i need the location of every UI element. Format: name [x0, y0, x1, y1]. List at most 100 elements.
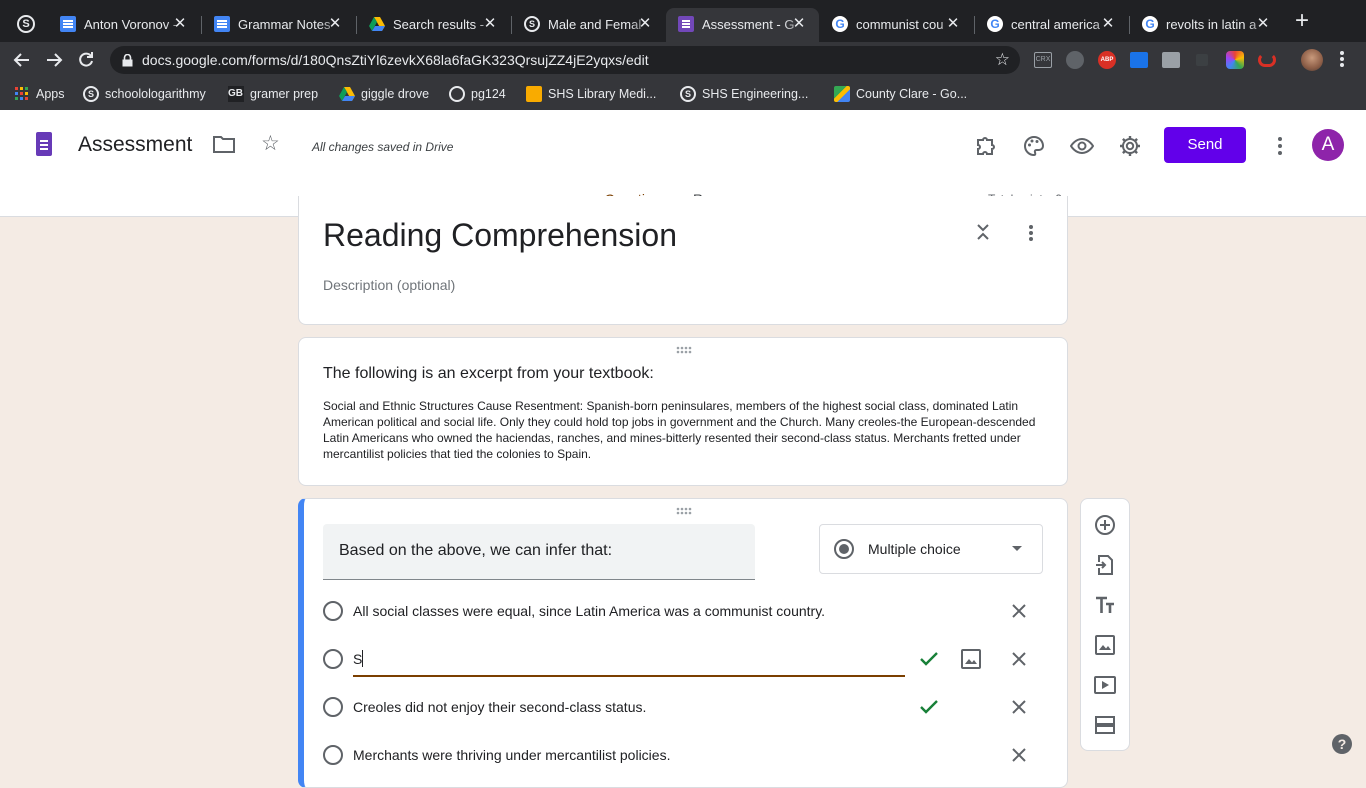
add-title-icon[interactable] — [1094, 594, 1116, 616]
globe-icon — [449, 86, 465, 102]
account-avatar[interactable]: A — [1312, 129, 1344, 161]
more-vert-icon[interactable] — [1278, 137, 1282, 141]
close-icon[interactable]: ✕ — [1255, 16, 1271, 32]
form-title[interactable]: Assessment — [78, 133, 192, 157]
gb-icon: GB — [228, 86, 244, 102]
crx-extension-icon[interactable]: CRX — [1034, 52, 1052, 68]
bookmark-label: County Clare - Go... — [856, 87, 968, 101]
section-title[interactable]: Reading Comprehension — [323, 217, 677, 254]
close-icon[interactable]: ✕ — [637, 16, 653, 32]
google-drive-icon — [339, 86, 355, 102]
add-image-icon[interactable] — [959, 647, 983, 671]
extension-icon[interactable] — [1258, 53, 1276, 67]
google-docs-icon — [214, 16, 230, 32]
text-cursor — [362, 650, 363, 667]
question-title-input[interactable]: Based on the above, we can infer that: — [323, 524, 755, 580]
browser-tab[interactable]: S Male and Femal ✕ — [512, 8, 665, 42]
browser-tab[interactable]: Grammar Notes ✕ — [202, 8, 355, 42]
option-row[interactable]: Merchants were thriving under mercantili… — [304, 735, 1068, 775]
forward-arrow-icon[interactable] — [44, 50, 64, 70]
schoology-icon: S — [680, 86, 696, 102]
extension-icon[interactable] — [1196, 54, 1208, 66]
correct-answer-check-icon[interactable] — [917, 647, 941, 671]
preview-eye-icon[interactable] — [1070, 134, 1094, 158]
browser-tab[interactable]: Anton Voronov - ✕ — [48, 8, 200, 42]
question-type-dropdown[interactable]: Multiple choice — [819, 524, 1043, 574]
close-icon[interactable]: ✕ — [327, 16, 343, 32]
browser-tab-strip: S Anton Voronov - ✕ Grammar Notes ✕ Sear… — [0, 0, 1366, 42]
browser-tab[interactable]: G revolts in latin a ✕ — [1130, 8, 1283, 42]
help-icon[interactable]: ? — [1332, 734, 1352, 754]
question-card[interactable]: Based on the above, we can infer that: M… — [298, 498, 1068, 788]
addons-puzzle-icon[interactable] — [974, 134, 998, 158]
drag-handle-icon[interactable] — [676, 507, 692, 515]
remove-option-close-icon[interactable] — [1007, 695, 1031, 719]
adblock-extension-icon[interactable]: ABP — [1098, 51, 1116, 69]
bookmark-label: schoolologarithmy — [105, 87, 206, 101]
text-item-card[interactable]: The following is an excerpt from your te… — [298, 337, 1068, 486]
schoology-icon[interactable]: S — [17, 15, 35, 33]
collapse-section-icon[interactable] — [973, 222, 993, 242]
close-icon[interactable]: ✕ — [791, 16, 807, 32]
option-row[interactable]: All social classes were equal, since Lat… — [304, 591, 1068, 631]
section-header-card[interactable]: Reading Comprehension Description (optio… — [298, 196, 1068, 325]
star-icon[interactable]: ☆ — [261, 133, 280, 155]
bookmark-label: giggle drove — [361, 87, 430, 101]
option-text[interactable]: Creoles did not enjoy their second-class… — [353, 699, 646, 715]
url-text[interactable]: docs.google.com/forms/d/180QnsZtiYl6zevk… — [142, 52, 649, 68]
option-row-editing[interactable]: S — [304, 639, 1068, 679]
color-extension-icon[interactable] — [1226, 51, 1244, 69]
bookmark-label: SHS Library Medi... — [548, 87, 657, 101]
profile-avatar[interactable] — [1301, 49, 1323, 71]
option-text[interactable]: All social classes were equal, since Lat… — [353, 603, 825, 619]
owl-extension-icon[interactable] — [1066, 51, 1084, 69]
chevron-down-icon — [1012, 546, 1022, 551]
option-radio — [323, 649, 343, 669]
add-video-icon[interactable] — [1094, 674, 1116, 696]
drag-handle-icon[interactable] — [676, 346, 692, 354]
correct-answer-check-icon[interactable] — [917, 695, 941, 719]
new-tab-plus-icon[interactable]: + — [1290, 9, 1314, 34]
more-vert-icon[interactable] — [1029, 225, 1033, 229]
menu-dots-icon[interactable] — [1340, 51, 1344, 55]
browser-tab[interactable]: G central america ✕ — [975, 8, 1128, 42]
close-icon[interactable]: ✕ — [172, 16, 188, 32]
remove-option-close-icon[interactable] — [1007, 743, 1031, 767]
folder-icon[interactable] — [213, 135, 235, 153]
option-row[interactable]: Creoles did not enjoy their second-class… — [304, 687, 1068, 727]
remove-option-close-icon[interactable] — [1007, 647, 1031, 671]
schoology-icon: S — [524, 16, 540, 32]
address-bar[interactable]: docs.google.com/forms/d/180QnsZtiYl6zevk… — [110, 46, 1020, 74]
section-description-input[interactable]: Description (optional) — [323, 277, 455, 293]
browser-tab[interactable]: Search results - ✕ — [357, 8, 510, 42]
save-status: All changes saved in Drive — [312, 140, 454, 154]
excerpt-body[interactable]: Social and Ethnic Structures Cause Resen… — [323, 398, 1047, 462]
remove-option-close-icon[interactable] — [1007, 599, 1031, 623]
browser-tab-active[interactable]: Assessment - G ✕ — [666, 8, 819, 42]
browser-tab[interactable]: G communist cou ✕ — [820, 8, 973, 42]
bookmark-star-icon[interactable]: ☆ — [995, 51, 1010, 68]
excerpt-heading[interactable]: The following is an excerpt from your te… — [323, 365, 654, 383]
add-section-icon[interactable] — [1094, 714, 1116, 736]
bookmark-label: gramer prep — [250, 87, 319, 101]
close-icon[interactable]: ✕ — [482, 16, 498, 32]
extension-icon[interactable] — [1130, 52, 1148, 68]
settings-gear-icon[interactable] — [1118, 134, 1142, 158]
maps-icon — [834, 86, 850, 102]
close-icon[interactable]: ✕ — [945, 16, 961, 32]
reload-icon[interactable] — [76, 50, 96, 70]
close-icon[interactable]: ✕ — [1100, 16, 1116, 32]
add-question-icon[interactable] — [1094, 514, 1116, 536]
import-questions-icon[interactable] — [1094, 554, 1116, 576]
extension-icon[interactable] — [1162, 52, 1180, 68]
apps-grid-icon — [14, 86, 30, 102]
add-image-icon[interactable] — [1094, 634, 1116, 656]
back-arrow-icon[interactable] — [12, 50, 32, 70]
palette-icon[interactable] — [1022, 134, 1046, 158]
send-button[interactable]: Send — [1164, 127, 1246, 163]
option-text-input[interactable]: S — [353, 643, 905, 677]
option-text[interactable]: Merchants were thriving under mercantili… — [353, 747, 670, 763]
library-icon — [526, 86, 542, 102]
radio-button-icon — [834, 539, 854, 559]
google-forms-logo-icon[interactable] — [36, 132, 52, 156]
